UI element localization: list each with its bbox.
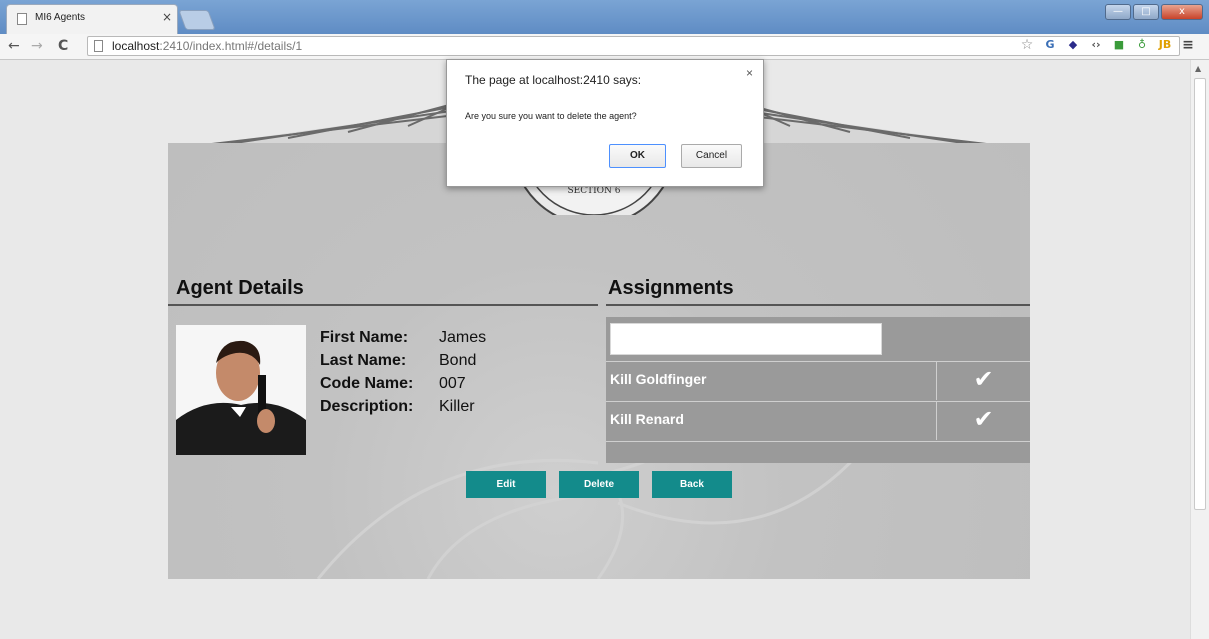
assignments-bottom-divider (606, 441, 1030, 442)
assignments-panel: Kill Goldfinger ✔ Kill Renard ✔ (606, 317, 1030, 463)
first-name-label: First Name: (320, 329, 409, 346)
page-favicon-icon (17, 13, 27, 25)
tab-close-icon[interactable]: × (162, 10, 172, 24)
checkmark-icon[interactable]: ✔ (936, 362, 1030, 400)
minimize-button[interactable]: — (1105, 4, 1131, 20)
extension-icon[interactable]: JB (1158, 38, 1172, 52)
url-text: localhost:2410/index.html#/details/1 (112, 39, 303, 53)
cancel-button[interactable]: Cancel (681, 144, 742, 168)
agent-details-title: Agent Details (176, 277, 304, 299)
code-name-value: 007 (439, 375, 466, 392)
back-arrow-icon[interactable]: ← (8, 38, 20, 54)
last-name-value: Bond (439, 352, 477, 369)
dialog-title: The page at localhost:2410 says: (465, 73, 642, 87)
delete-button[interactable]: Delete (559, 471, 639, 498)
extension-icon[interactable]: ♁ (1135, 38, 1149, 52)
edit-button[interactable]: Edit (466, 471, 546, 498)
window-controls: — □ x (1105, 4, 1203, 20)
agent-details-divider (168, 304, 598, 306)
extension-icon[interactable]: ‹› (1089, 38, 1103, 52)
assignment-row[interactable]: Kill Renard ✔ (606, 401, 1030, 440)
confirm-dialog: The page at localhost:2410 says: × Are y… (446, 59, 764, 187)
back-button[interactable]: Back (652, 471, 732, 498)
new-assignment-input[interactable] (610, 323, 882, 355)
assignment-row[interactable]: Kill Goldfinger ✔ (606, 361, 1030, 400)
scrollbar-thumb[interactable] (1194, 78, 1206, 510)
seal-text: SECTION 6 (567, 186, 620, 196)
extension-icon[interactable]: ◆ (1066, 38, 1080, 52)
tab-mi6-agents[interactable]: MI6 Agents × (6, 4, 178, 34)
address-bar[interactable]: localhost:2410/index.html#/details/1 (87, 36, 1180, 56)
description-value: Killer (439, 398, 475, 415)
menu-icon[interactable]: ≡ (1181, 38, 1195, 52)
code-name-label: Code Name: (320, 375, 414, 392)
description-label: Description: (320, 398, 414, 415)
new-tab-button[interactable] (178, 10, 216, 30)
first-name-value: James (439, 329, 487, 346)
dialog-message: Are you sure you want to delete the agen… (465, 111, 637, 121)
page-icon (94, 40, 103, 52)
reload-icon[interactable]: C (58, 38, 68, 54)
bookmark-star-icon[interactable]: ☆ (1020, 38, 1034, 52)
assignments-title: Assignments (608, 277, 734, 299)
ok-button[interactable]: OK (609, 144, 666, 168)
assignments-divider (606, 304, 1030, 306)
forward-arrow-icon[interactable]: → (31, 38, 43, 54)
scroll-up-arrow-icon[interactable]: ▲ (1195, 64, 1201, 73)
content-panel: SECTION 6 Agent Details Assignments Firs… (168, 122, 1030, 579)
assignment-label: Kill Renard (610, 411, 684, 427)
page-scrollbar[interactable]: ▲ (1190, 60, 1209, 639)
extension-icons: ☆ G ◆ ‹› ■ ♁ JB ≡ (1020, 38, 1195, 52)
tab-title: MI6 Agents (35, 12, 86, 23)
agent-photo (176, 325, 306, 455)
assignment-label: Kill Goldfinger (610, 371, 707, 387)
extension-icon[interactable]: ■ (1112, 38, 1126, 52)
checkmark-icon[interactable]: ✔ (936, 402, 1030, 440)
last-name-label: Last Name: (320, 352, 407, 369)
dialog-close-icon[interactable]: × (746, 66, 753, 80)
extension-icon[interactable]: G (1043, 38, 1057, 52)
maximize-button[interactable]: □ (1133, 4, 1159, 20)
browser-titlebar: MI6 Agents × — □ x (0, 0, 1209, 34)
close-window-button[interactable]: x (1161, 4, 1203, 20)
browser-toolbar: ← → C localhost:2410/index.html#/details… (0, 34, 1209, 60)
